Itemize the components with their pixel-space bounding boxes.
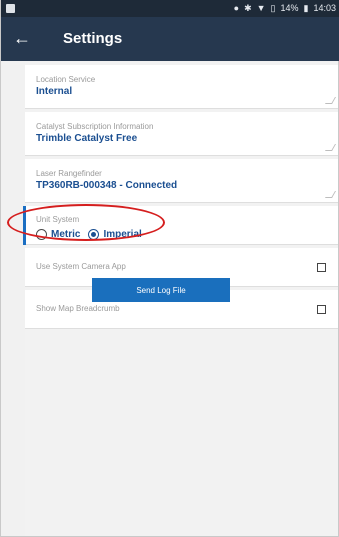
status-bar: ● ✱ ▼ ▯ 14% ▮ 14:03	[1, 0, 339, 17]
wifi-icon: ▼	[256, 3, 266, 13]
subscription-setting[interactable]: Catalyst Subscription Information Trimbl…	[25, 112, 338, 156]
location-service-setting[interactable]: Location Service Internal	[25, 65, 338, 109]
bluetooth-icon: ✱	[244, 3, 252, 13]
breadcrumb-checkbox[interactable]	[317, 305, 326, 314]
status-icons: ● ✱ ▼ ▯ 14% ▮ 14:03	[234, 0, 336, 17]
selected-row-indicator	[23, 206, 26, 245]
clock: 14:03	[313, 3, 336, 13]
unit-radio-group: Metric Imperial	[36, 229, 150, 240]
send-log-button[interactable]: Send Log File	[92, 278, 230, 302]
setting-label: Laser Rangefinder	[36, 169, 102, 178]
setting-label: Catalyst Subscription Information	[36, 122, 154, 131]
metric-label[interactable]: Metric	[51, 229, 80, 240]
imperial-radio[interactable]	[88, 229, 100, 240]
unit-system-setting: Unit System Metric Imperial	[25, 206, 338, 245]
notification-icon	[6, 4, 15, 13]
battery-level: 14%	[280, 3, 299, 13]
setting-value: Internal	[36, 86, 73, 97]
setting-label: Show Map Breadcrumb	[36, 304, 120, 313]
back-arrow-icon[interactable]: ←	[9, 25, 35, 51]
signal-icon: ▯	[270, 3, 276, 13]
page-title: Settings	[63, 30, 123, 47]
setting-label: Location Service	[36, 75, 96, 84]
app-frame: ● ✱ ▼ ▯ 14% ▮ 14:03 ← Settings Location …	[0, 0, 339, 537]
dropdown-corner-icon	[324, 97, 337, 104]
setting-label: Use System Camera App	[36, 262, 126, 271]
metric-radio[interactable]	[36, 229, 47, 240]
battery-icon: ▮	[303, 3, 309, 13]
dropdown-corner-icon	[324, 191, 337, 198]
app-bar: ← Settings	[1, 17, 339, 61]
setting-label: Unit System	[36, 215, 80, 224]
dropdown-corner-icon	[324, 144, 337, 151]
camera-app-checkbox[interactable]	[317, 263, 326, 272]
setting-value: Trimble Catalyst Free	[36, 133, 138, 144]
imperial-label[interactable]: Imperial	[103, 229, 141, 240]
rangefinder-setting[interactable]: Laser Rangefinder TP360RB-000348 - Conne…	[25, 159, 338, 203]
location-icon: ●	[233, 3, 240, 13]
setting-value: TP360RB-000348 - Connected	[36, 180, 178, 191]
